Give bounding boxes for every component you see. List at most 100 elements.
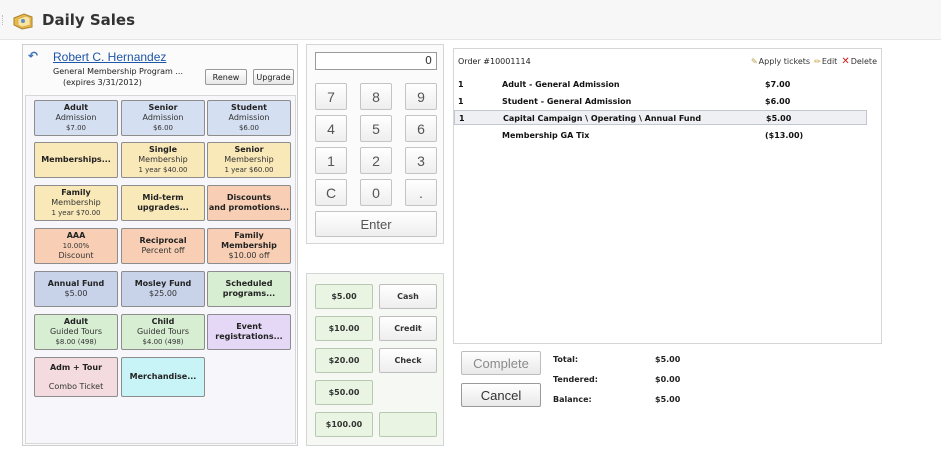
tile-line: Event bbox=[236, 322, 262, 331]
line-price: $5.00 bbox=[766, 114, 792, 123]
tile-child-guided-tours[interactable]: Child Guided Tours $4.00 (498) bbox=[121, 314, 205, 350]
tile-line: registrations... bbox=[215, 332, 283, 341]
tile-memberships[interactable]: Memberships... bbox=[34, 142, 118, 178]
tile-line: Merchandise... bbox=[129, 372, 197, 381]
tile-line: and promotions... bbox=[208, 203, 290, 212]
key-8[interactable]: 8 bbox=[360, 83, 392, 110]
tendered-value: $0.00 bbox=[655, 375, 681, 384]
tile-line: $7.00 bbox=[65, 124, 87, 132]
tile-line: 1 year $70.00 bbox=[51, 209, 101, 217]
tile-single-membership[interactable]: Single Membership 1 year $40.00 bbox=[121, 142, 205, 178]
balance-value: $5.00 bbox=[655, 395, 681, 404]
tile-line: $25.00 bbox=[149, 289, 177, 298]
tile-line: AAA bbox=[66, 231, 86, 240]
tile-line: 1 year $60.00 bbox=[224, 166, 274, 174]
tile-line: Family Membership bbox=[221, 231, 277, 250]
key-5[interactable]: 5 bbox=[360, 115, 392, 142]
line-description: Student - General Admission bbox=[502, 97, 632, 106]
key-decimal[interactable]: . bbox=[405, 179, 437, 206]
grip-handle bbox=[2, 15, 5, 25]
key-7[interactable]: 7 bbox=[315, 83, 347, 110]
cash-button[interactable]: Cash bbox=[379, 284, 437, 309]
check-button[interactable]: Check bbox=[379, 348, 437, 373]
order-line-selected[interactable]: 1 Capital Campaign \ Operating \ Annual … bbox=[454, 110, 867, 125]
cancel-button[interactable]: Cancel bbox=[461, 383, 541, 407]
tile-mid-term-upgrades[interactable]: Mid-term upgrades... bbox=[121, 185, 205, 221]
tile-mosley-fund[interactable]: Mosley Fund $25.00 bbox=[121, 271, 205, 307]
tile-family-membership-discount[interactable]: Family Membership $10.00 off bbox=[207, 228, 291, 264]
tile-line: Student bbox=[231, 103, 267, 112]
tile-line: Memberships... bbox=[41, 155, 111, 164]
tile-student-admission[interactable]: Student Admission $6.00 bbox=[207, 100, 291, 136]
tile-adult-guided-tours[interactable]: Adult Guided Tours $8.00 (498) bbox=[34, 314, 118, 350]
pay-20-button[interactable]: $20.00 bbox=[315, 348, 373, 373]
tile-line: Adm + Tour bbox=[49, 362, 103, 372]
membership-program: General Membership Program ... bbox=[53, 67, 183, 76]
key-2[interactable]: 2 bbox=[360, 147, 392, 174]
tile-family-membership[interactable]: Family Membership 1 year $70.00 bbox=[34, 185, 118, 221]
tile-line: Adult bbox=[63, 317, 89, 326]
tile-annual-fund[interactable]: Annual Fund $5.00 bbox=[34, 271, 118, 307]
tile-line: Membership bbox=[224, 155, 274, 164]
total-value: $5.00 bbox=[655, 355, 681, 364]
credit-button[interactable]: Credit bbox=[379, 316, 437, 341]
upgrade-button[interactable]: Upgrade bbox=[253, 69, 294, 85]
tile-reciprocal[interactable]: Reciprocal Percent off bbox=[121, 228, 205, 264]
pay-10-button[interactable]: $10.00 bbox=[315, 316, 373, 341]
tile-line: Guided Tours bbox=[136, 327, 190, 336]
tile-senior-membership[interactable]: Senior Membership 1 year $60.00 bbox=[207, 142, 291, 178]
tile-line: $4.00 (498) bbox=[142, 338, 184, 346]
tile-line: Admission bbox=[55, 113, 97, 122]
tile-line: $6.00 bbox=[238, 124, 260, 132]
key-1[interactable]: 1 bbox=[315, 147, 347, 174]
key-4[interactable]: 4 bbox=[315, 115, 347, 142]
tile-line: Mid-term bbox=[142, 193, 184, 202]
tile-line: programs... bbox=[222, 289, 276, 298]
return-arrow-icon[interactable]: ↶ bbox=[28, 49, 38, 63]
order-number: Order #10001114 bbox=[458, 57, 531, 66]
tile-adm-tour-combo[interactable]: Adm + Tour Combo Ticket bbox=[34, 357, 118, 397]
renew-button[interactable]: Renew bbox=[205, 69, 247, 85]
line-price: $7.00 bbox=[765, 80, 791, 89]
order-line-discount[interactable]: Membership GA Tix ($13.00) bbox=[454, 128, 867, 143]
complete-button[interactable]: Complete bbox=[461, 351, 541, 375]
key-0[interactable]: 0 bbox=[360, 179, 392, 206]
key-3[interactable]: 3 bbox=[405, 147, 437, 174]
tile-scheduled-programs[interactable]: Scheduled programs... bbox=[207, 271, 291, 307]
pay-50-button[interactable]: $50.00 bbox=[315, 380, 373, 405]
tile-line: Family bbox=[61, 188, 91, 197]
tile-adult-admission[interactable]: Adult Admission $7.00 bbox=[34, 100, 118, 136]
tile-aaa-discount[interactable]: AAA 10.00% Discount bbox=[34, 228, 118, 264]
order-line[interactable]: 1 Student - General Admission $6.00 bbox=[454, 94, 867, 109]
tile-line: Mosley Fund bbox=[134, 279, 192, 288]
ticket-book-icon bbox=[13, 13, 33, 30]
apply-tickets-link[interactable]: ✎ Apply tickets bbox=[751, 56, 810, 67]
enter-button[interactable]: Enter bbox=[315, 211, 437, 237]
delete-link[interactable]: ✕ Delete bbox=[841, 56, 877, 67]
pay-100-button[interactable]: $100.00 bbox=[315, 412, 373, 437]
order-line[interactable]: 1 Adult - General Admission $7.00 bbox=[454, 77, 867, 92]
key-clear[interactable]: C bbox=[315, 179, 347, 206]
pay-5-button[interactable]: $5.00 bbox=[315, 284, 373, 309]
line-price: ($13.00) bbox=[765, 131, 804, 140]
blank-payment-button[interactable] bbox=[379, 412, 437, 437]
membership-expiry: (expires 3/31/2012) bbox=[63, 78, 142, 87]
tile-discounts[interactable]: Discounts and promotions... bbox=[207, 185, 291, 221]
tile-merchandise[interactable]: Merchandise... bbox=[121, 357, 205, 397]
edit-link[interactable]: ✏ Edit bbox=[814, 56, 837, 67]
line-qty: 1 bbox=[458, 97, 464, 106]
balance-label: Balance: bbox=[553, 395, 592, 404]
line-description: Capital Campaign \ Operating \ Annual Fu… bbox=[503, 114, 702, 123]
key-6[interactable]: 6 bbox=[405, 115, 437, 142]
delete-label: Delete bbox=[850, 57, 877, 66]
tile-line: Child bbox=[151, 317, 175, 326]
tile-line: Admission bbox=[228, 113, 270, 122]
tile-senior-admission[interactable]: Senior Admission $6.00 bbox=[121, 100, 205, 136]
amount-display[interactable]: 0 bbox=[315, 52, 437, 70]
tile-event-registrations[interactable]: Event registrations... bbox=[207, 314, 291, 350]
tile-line: Senior bbox=[148, 103, 178, 112]
tile-line: 1 year $40.00 bbox=[138, 166, 188, 174]
customer-name-link[interactable]: Robert C. Hernandez bbox=[53, 50, 166, 64]
key-9[interactable]: 9 bbox=[405, 83, 437, 110]
tile-line: 10.00% bbox=[62, 242, 90, 250]
